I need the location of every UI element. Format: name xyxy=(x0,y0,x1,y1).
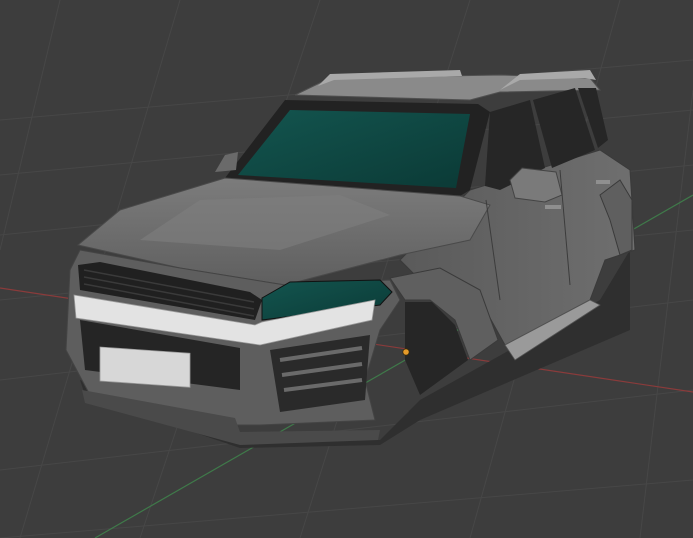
suv-model[interactable] xyxy=(65,70,636,448)
3d-viewport[interactable] xyxy=(0,0,693,538)
license-plate xyxy=(99,346,191,388)
object-origin xyxy=(402,348,410,356)
door-handle-rear xyxy=(596,180,610,184)
viewport-canvas[interactable] xyxy=(0,0,693,538)
side-mirror xyxy=(509,167,563,203)
door-handle-front xyxy=(545,205,561,209)
